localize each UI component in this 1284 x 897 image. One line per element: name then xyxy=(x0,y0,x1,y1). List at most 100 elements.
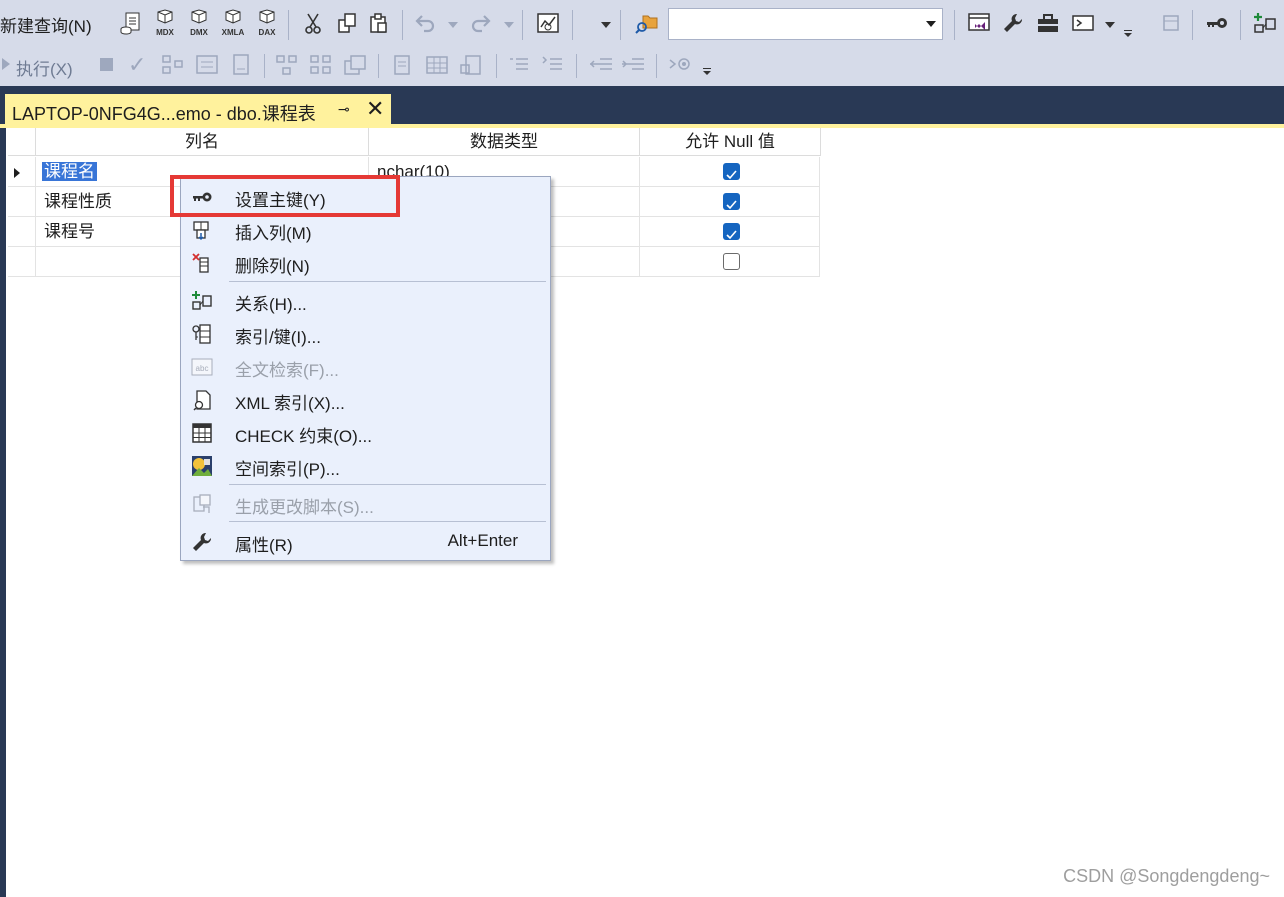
menu-item-insert-column[interactable]: 插入列(M) xyxy=(181,214,550,246)
menu-item-relationships[interactable]: 关系(H)... xyxy=(181,285,550,317)
mdx-icon[interactable]: MDX xyxy=(150,8,180,38)
estimated-plan-icon[interactable] xyxy=(160,53,186,77)
new-query-button[interactable]: 新建查询(N) xyxy=(0,12,92,37)
parse-check-icon[interactable]: ✓ xyxy=(128,52,146,78)
svg-text:DMX: DMX xyxy=(190,28,208,37)
toolbar-separator xyxy=(576,54,577,78)
menu-item-label: 生成更改脚本(S)... xyxy=(235,498,374,517)
left-frame xyxy=(0,128,6,897)
menu-item-xml-index[interactable]: XML 索引(X)... xyxy=(181,384,550,416)
highlight-box xyxy=(170,175,400,217)
results-to-file-icon[interactable] xyxy=(228,53,254,77)
row-selector[interactable] xyxy=(8,217,36,246)
key-icon[interactable] xyxy=(1202,8,1232,38)
wrench-icon[interactable] xyxy=(998,8,1028,38)
stop-icon[interactable] xyxy=(100,58,113,71)
outdent-icon[interactable] xyxy=(588,53,614,77)
toolbar-separator xyxy=(1240,10,1241,40)
watermark: CSDN @Songdengdeng~ xyxy=(1063,866,1270,886)
results-grid-icon[interactable] xyxy=(390,53,416,77)
menu-item-delete-column[interactable]: 删除列(N) xyxy=(181,247,550,279)
indent-icon[interactable] xyxy=(620,53,646,77)
column-header-type[interactable]: 数据类型 xyxy=(369,128,640,156)
allow-null-checkbox[interactable] xyxy=(723,193,740,210)
comment-icon[interactable] xyxy=(506,53,532,77)
toolbar-overflow-icon[interactable] xyxy=(1124,30,1134,38)
specify-values-icon[interactable] xyxy=(668,52,694,76)
redo-dropdown-icon[interactable] xyxy=(504,22,514,28)
dropdown-icon[interactable] xyxy=(601,22,611,28)
execute-button[interactable]: 执行(X) xyxy=(16,55,73,80)
allow-null-cell[interactable] xyxy=(640,157,820,186)
toolbar-separator xyxy=(264,54,265,78)
row-selector[interactable] xyxy=(8,187,36,216)
current-row-arrow-icon xyxy=(14,167,20,178)
menu-item-generate-change-script[interactable]: 生成更改脚本(S)... xyxy=(181,488,550,520)
fulltext-icon: abc xyxy=(190,356,214,378)
undo-dropdown-icon[interactable] xyxy=(448,22,458,28)
xmla-icon[interactable]: XMLA xyxy=(218,8,248,38)
allow-null-checkbox[interactable] xyxy=(723,253,740,270)
copy-icon[interactable] xyxy=(332,8,362,38)
results-to-text-icon[interactable] xyxy=(194,53,220,77)
query-options-icon[interactable] xyxy=(274,53,300,77)
index-icon xyxy=(190,323,214,345)
add-relation-icon[interactable] xyxy=(1250,8,1280,38)
menu-item-spatial-index[interactable]: 空间索引(P)... xyxy=(181,450,550,482)
menu-item-check-constraints[interactable]: CHECK 约束(O)... xyxy=(181,417,550,449)
toolbar-separator xyxy=(954,10,955,40)
allow-null-checkbox[interactable] xyxy=(723,223,740,240)
toolbar-separator xyxy=(1192,10,1193,40)
table-grid-icon[interactable] xyxy=(424,53,450,77)
svg-text:XMLA: XMLA xyxy=(222,28,245,37)
row-selector[interactable] xyxy=(8,247,36,276)
toolbar-separator xyxy=(522,10,523,40)
row-selector[interactable] xyxy=(8,157,36,186)
column-header-allow-null[interactable]: 允许 Null 值 xyxy=(640,128,821,156)
allow-null-cell[interactable] xyxy=(640,247,820,276)
uncomment-icon[interactable] xyxy=(540,53,566,77)
menu-separator xyxy=(229,521,546,522)
allow-null-cell[interactable] xyxy=(640,187,820,216)
paste-icon[interactable] xyxy=(364,8,394,38)
menu-item-label: XML 索引(X)... xyxy=(235,394,345,413)
actual-plan-icon[interactable] xyxy=(308,53,334,77)
wrench-icon xyxy=(190,531,214,553)
chevron-down-icon[interactable] xyxy=(926,21,936,27)
menu-item-properties[interactable]: 属性(R) Alt+Enter xyxy=(181,526,550,558)
table-designer-icon[interactable] xyxy=(1156,8,1186,38)
redo-icon[interactable] xyxy=(466,8,496,38)
menu-item-label: 删除列(N) xyxy=(235,257,310,276)
toolbar-separator xyxy=(572,10,573,40)
vs-icon[interactable] xyxy=(964,8,994,38)
terminal-icon[interactable] xyxy=(1068,8,1098,38)
column-header-name[interactable]: 列名 xyxy=(36,128,369,156)
allow-null-cell[interactable] xyxy=(640,217,820,246)
pin-icon[interactable]: ⊸ xyxy=(338,101,350,118)
execute-arrow-icon xyxy=(2,58,10,70)
toolbar-separator xyxy=(288,10,289,40)
terminal-dropdown-icon[interactable] xyxy=(1105,22,1115,28)
menu-item-fulltext-index[interactable]: abc 全文检索(F)... xyxy=(181,351,550,383)
solution-explorer-icon[interactable] xyxy=(632,8,662,38)
activity-monitor-icon[interactable] xyxy=(533,8,563,38)
menu-item-label: 索引/键(I)... xyxy=(235,328,321,347)
tab-title[interactable]: LAPTOP-0NFG4G...emo - dbo.课程表 xyxy=(12,100,316,126)
relationship-icon xyxy=(190,290,214,312)
toolbar-separator xyxy=(656,54,657,78)
cut-icon[interactable] xyxy=(298,8,328,38)
db-query-icon[interactable] xyxy=(116,8,146,38)
database-combo[interactable] xyxy=(668,8,943,40)
client-stats-icon[interactable] xyxy=(342,53,368,77)
export-file-icon[interactable] xyxy=(458,53,484,77)
menu-separator xyxy=(229,281,546,282)
undo-icon[interactable] xyxy=(410,8,440,38)
close-icon[interactable]: ✕ xyxy=(366,96,384,122)
toolbar-overflow-icon[interactable] xyxy=(703,68,713,76)
menu-item-indexes-keys[interactable]: 索引/键(I)... xyxy=(181,318,550,350)
dmx-icon[interactable]: DMX xyxy=(184,8,214,38)
allow-null-checkbox[interactable] xyxy=(723,163,740,180)
menu-separator xyxy=(229,484,546,485)
dax-icon[interactable]: DAX xyxy=(252,8,282,38)
toolbox-icon[interactable] xyxy=(1033,8,1063,38)
